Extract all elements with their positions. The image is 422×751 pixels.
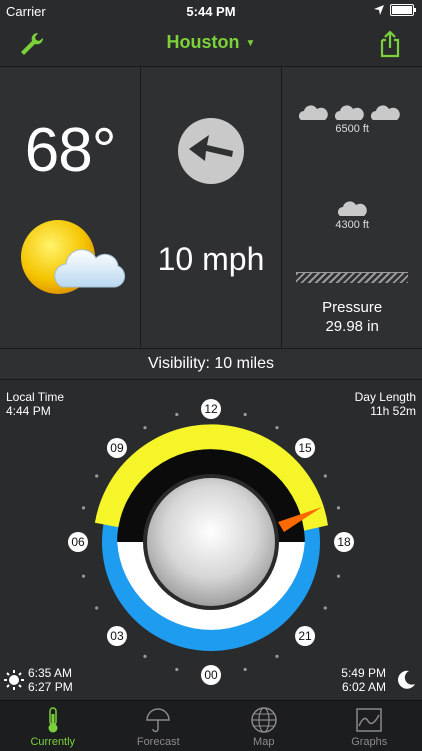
chevron-down-icon: ▼	[246, 38, 256, 49]
tab-label: Map	[253, 736, 274, 748]
hour-tick-dot	[143, 426, 146, 429]
nav-bar: Houston ▼	[0, 22, 422, 67]
svg-text:03: 03	[110, 629, 124, 643]
cloud-altitude-low: 4300 ft	[282, 219, 422, 231]
current-panels: 68° 10 mph	[0, 67, 422, 349]
tab-currently[interactable]: Currently	[0, 701, 106, 751]
cloud-layer-low	[337, 201, 367, 217]
hour-tick-dot	[95, 474, 98, 477]
svg-text:18: 18	[337, 535, 351, 549]
hour-tick-dot	[324, 606, 327, 609]
location-name: Houston	[167, 32, 240, 52]
cloud-icon	[370, 105, 400, 121]
hour-tick-dot	[244, 413, 247, 416]
hour-tick-dot	[175, 413, 178, 416]
sky-panel[interactable]: 6500 ft 4300 ft Pressure 29.98 in	[282, 67, 422, 348]
graph-icon	[355, 706, 383, 734]
umbrella-icon	[145, 706, 171, 734]
pressure-value: 29.98 in	[282, 318, 422, 335]
hour-tick-dot	[82, 506, 85, 509]
temperature-value: 68°	[0, 115, 140, 186]
wind-panel[interactable]: 10 mph	[141, 67, 281, 348]
center-knob	[147, 478, 275, 606]
hour-label-06: 06	[68, 532, 88, 552]
cloud-icon	[298, 105, 328, 121]
status-bar: Carrier 5:44 PM	[0, 0, 422, 22]
thermometer-icon	[40, 706, 66, 734]
hour-label-15: 15	[295, 438, 315, 458]
cloud-icon	[334, 105, 364, 121]
wind-direction-arrow-icon	[177, 117, 245, 185]
sun-times: 6:35 AM 6:27 PM	[28, 666, 73, 694]
battery-icon	[390, 4, 414, 16]
hour-label-09: 09	[107, 438, 127, 458]
hour-label-12: 12	[201, 399, 221, 419]
cloud-icon	[337, 201, 367, 217]
location-arrow-icon	[374, 5, 384, 15]
temperature-panel[interactable]: 68°	[0, 67, 141, 348]
location-selector[interactable]: Houston ▼	[0, 32, 422, 53]
sun-icon	[4, 670, 24, 690]
sunset-time: 6:27 PM	[28, 680, 73, 694]
tab-forecast[interactable]: Forecast	[106, 701, 212, 751]
svg-text:15: 15	[298, 441, 312, 455]
moon-icon	[396, 670, 416, 690]
svg-text:12: 12	[204, 402, 218, 416]
pressure-label: Pressure	[282, 299, 422, 316]
sunrise-time: 6:35 AM	[28, 666, 73, 680]
hour-tick-dot	[324, 474, 327, 477]
cloud-layer-high	[298, 105, 400, 121]
tab-label: Forecast	[137, 736, 180, 748]
status-time: 5:44 PM	[0, 4, 422, 19]
status-right	[374, 4, 414, 16]
cloud-altitude-high: 6500 ft	[282, 123, 422, 135]
moonrise-time: 5:49 PM	[341, 666, 386, 680]
svg-text:00: 00	[204, 668, 218, 682]
wind-speed-value: 10 mph	[141, 241, 280, 278]
clock-dial: 12 15 18 21 00 03 06 09	[0, 380, 422, 700]
svg-text:06: 06	[71, 535, 85, 549]
tab-label: Graphs	[351, 736, 387, 748]
hour-tick-dot	[143, 655, 146, 658]
globe-icon	[250, 706, 278, 734]
hour-tick-dot	[82, 575, 85, 578]
share-icon[interactable]	[378, 30, 402, 58]
hour-tick-dot	[95, 606, 98, 609]
ground-hatch	[296, 272, 408, 283]
hour-label-03: 03	[107, 626, 127, 646]
tab-bar: Currently Forecast Map Graphs	[0, 700, 422, 751]
hour-label-18: 18	[334, 532, 354, 552]
svg-text:09: 09	[110, 441, 124, 455]
moonset-time: 6:02 AM	[341, 680, 386, 694]
visibility-bar: Visibility: 10 miles	[0, 349, 422, 380]
tab-map[interactable]: Map	[211, 701, 317, 751]
tab-graphs[interactable]: Graphs	[317, 701, 422, 751]
svg-text:21: 21	[298, 629, 312, 643]
hour-label-00: 00	[201, 665, 221, 685]
tab-label: Currently	[30, 736, 75, 748]
moon-times: 5:49 PM 6:02 AM	[341, 666, 386, 694]
hour-tick-dot	[337, 506, 340, 509]
partly-cloudy-icon	[18, 217, 128, 307]
day-clock[interactable]: Local Time 4:44 PM Day Length 11h 52m 12…	[0, 380, 422, 700]
hour-tick-dot	[244, 668, 247, 671]
hour-tick-dot	[175, 668, 178, 671]
hour-label-21: 21	[295, 626, 315, 646]
hour-tick-dot	[275, 426, 278, 429]
hour-tick-dot	[275, 655, 278, 658]
hour-tick-dot	[337, 575, 340, 578]
